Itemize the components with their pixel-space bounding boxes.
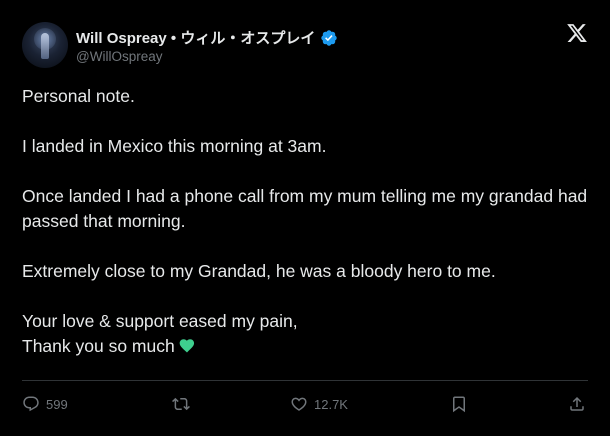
- tweet-text: Personal note. I landed in Mexico this m…: [22, 84, 588, 359]
- tweet-paragraph: Once landed I had a phone call from my m…: [22, 186, 588, 231]
- bookmark-button[interactable]: [450, 395, 468, 413]
- retweet-button[interactable]: [172, 395, 190, 413]
- green-heart-icon: [179, 339, 194, 353]
- like-button[interactable]: 12.7K: [290, 395, 348, 413]
- share-button[interactable]: [568, 395, 586, 413]
- author-info: Will Ospreay • ウィル・オスプレイ @WillOspreay: [76, 27, 338, 64]
- tweet-blank-line: [22, 284, 588, 309]
- avatar[interactable]: [22, 22, 68, 68]
- tweet-blank-line: [22, 109, 588, 134]
- reply-count: 599: [46, 396, 68, 412]
- tweet-last-line-text: Thank you so much: [22, 336, 175, 356]
- divider: [22, 380, 588, 381]
- bookmark-icon: [453, 396, 465, 413]
- tweet-last-line: Thank you so much: [22, 334, 588, 359]
- tweet-card: Will Ospreay • ウィル・オスプレイ @WillOspreay Pe…: [0, 0, 610, 436]
- verified-badge-icon: [321, 29, 338, 46]
- x-logo-icon[interactable]: [566, 22, 588, 44]
- name-row: Will Ospreay • ウィル・オスプレイ: [76, 27, 338, 49]
- avatar-figure: [41, 33, 49, 59]
- tweet-blank-line: [22, 234, 588, 259]
- tweet-paragraph: Extremely close to my Grandad, he was a …: [22, 261, 496, 281]
- retweet-icon: [172, 397, 190, 411]
- reply-button[interactable]: 599: [22, 395, 68, 413]
- heart-icon: [291, 397, 307, 411]
- action-bar: 599 12.7K: [22, 392, 588, 416]
- reply-icon: [23, 396, 39, 412]
- tweet-paragraph: Your love & support eased my pain,: [22, 311, 298, 331]
- display-name[interactable]: Will Ospreay • ウィル・オスプレイ: [76, 27, 315, 48]
- tweet-blank-line: [22, 159, 588, 184]
- like-count: 12.7K: [314, 396, 348, 412]
- share-icon: [570, 396, 584, 411]
- author-handle[interactable]: @WillOspreay: [76, 49, 338, 64]
- tweet-paragraph: I landed in Mexico this morning at 3am.: [22, 136, 327, 156]
- tweet-header: Will Ospreay • ウィル・オスプレイ @WillOspreay: [22, 22, 338, 68]
- tweet-paragraph: Personal note.: [22, 86, 135, 106]
